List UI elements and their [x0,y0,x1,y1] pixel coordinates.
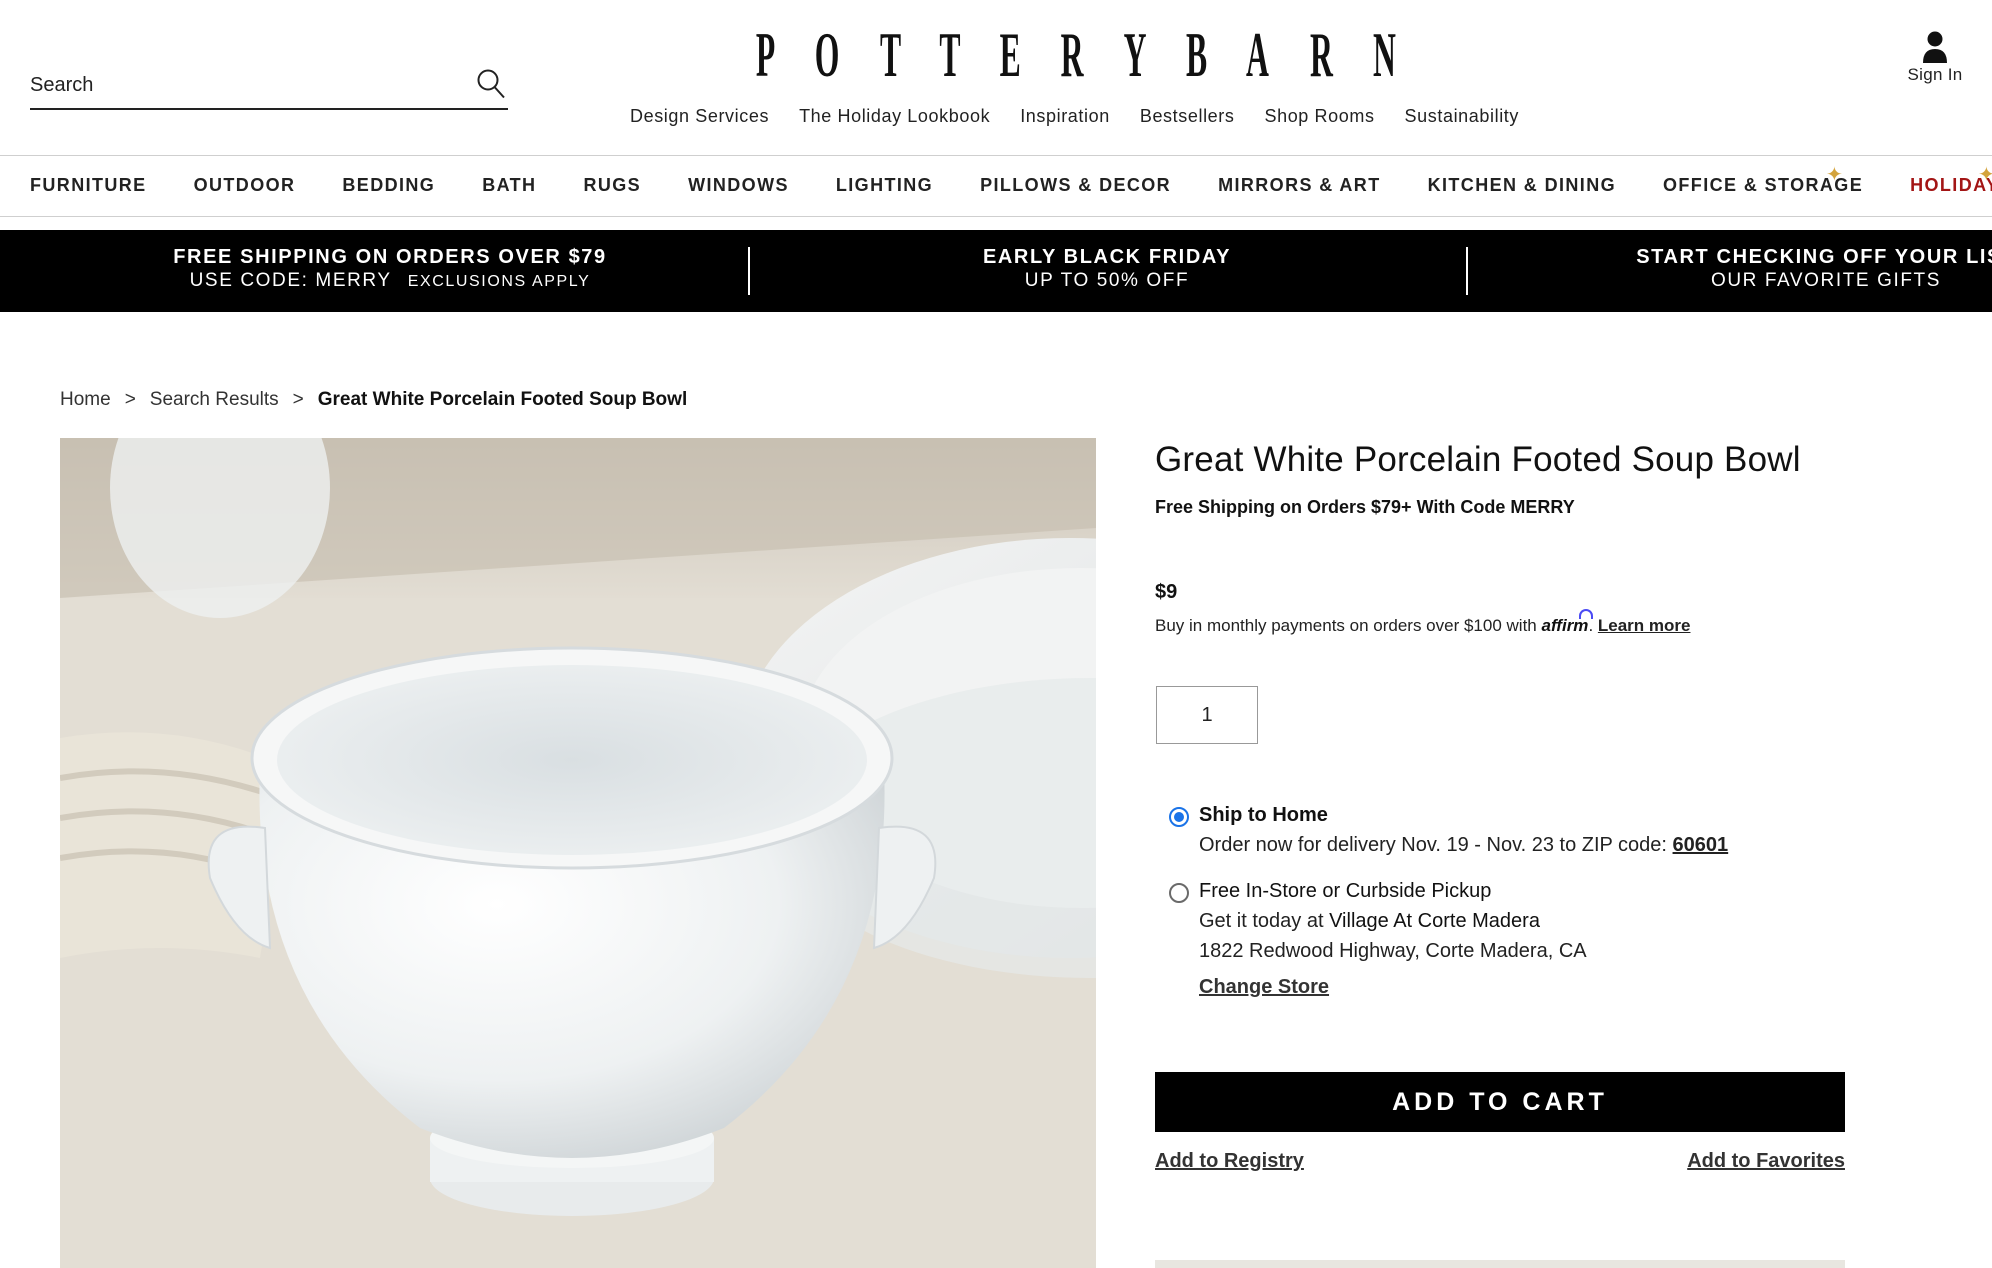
category-bedding[interactable]: BEDDING [342,175,435,196]
change-store-link[interactable]: Change Store [1199,976,1329,999]
product-image[interactable] [60,438,1096,1268]
pickup-availability: Get it today at Village At Corte Madera [1199,910,1540,932]
logo-letter: B [1185,19,1207,90]
ship-to-home-title: Ship to Home [1199,804,1328,826]
add-to-registry-link[interactable]: Add to Registry [1155,1150,1304,1173]
site-header: POTTERYBARN Design Services The Holiday … [0,0,1992,155]
breadcrumb-current: Great White Porcelain Footed Soup Bowl [317,389,688,410]
logo-letter: Y [1123,19,1147,90]
user-icon [1923,31,1947,63]
site-logo[interactable]: POTTERYBARN [748,19,1405,90]
store-name: Village At Corte Madera [1329,910,1540,932]
search-icon[interactable] [476,68,506,100]
top-link-holiday-lookbook[interactable]: The Holiday Lookbook [799,106,990,127]
breadcrumb: Home > Search Results > Great White Porc… [60,389,687,411]
promo-gifts[interactable]: START CHECKING OFF YOUR LIST OUR FAVORIT… [1636,246,1992,292]
product-photo [60,438,1096,1268]
category-lighting[interactable]: LIGHTING [836,175,933,196]
promo-divider [1466,247,1468,295]
logo-letter: T [939,19,961,90]
product-title: Great White Porcelain Footed Soup Bowl [1155,440,1801,479]
breadcrumb-home[interactable]: Home [60,389,111,411]
logo-letter: T [879,19,901,90]
breadcrumb-search-results[interactable]: Search Results [150,389,279,411]
logo-letter: E [999,19,1021,90]
free-shipping-note: Free Shipping on Orders $79+ With Code M… [1155,497,1575,517]
add-to-cart-button[interactable]: ADD TO CART [1155,1072,1845,1132]
top-links: Design Services The Holiday Lookbook Ins… [630,106,1549,127]
promo-subtitle: UP TO 50% OFF [1024,270,1190,291]
category-furniture[interactable]: FURNITURE [30,175,147,196]
sparkle-icon: ✦ [1826,164,1843,186]
sign-in-label: Sign In [1907,65,1963,84]
logo-letter: A [1246,19,1270,90]
promo-free-shipping[interactable]: FREE SHIPPING ON ORDERS OVER $79 USE COD… [168,246,612,292]
top-link-shop-rooms[interactable]: Shop Rooms [1264,106,1374,127]
promo-divider [748,247,750,295]
category-nav: FURNITURE OUTDOOR BEDDING BATH RUGS WIND… [0,155,1992,217]
learn-more-link[interactable]: Learn more [1598,616,1691,635]
search-box [30,60,508,110]
ship-to-home-radio[interactable] [1169,807,1189,827]
logo-letter: O [814,19,840,90]
logo-letter: R [1309,19,1333,90]
top-link-inspiration[interactable]: Inspiration [1020,106,1110,127]
store-address: 1822 Redwood Highway, Corte Madera, CA [1199,940,1587,962]
category-windows[interactable]: WINDOWS [688,175,789,196]
promo-title: EARLY BLACK FRIDAY [982,246,1232,268]
logo-letter: P [755,19,776,90]
delivery-estimate: Order now for delivery Nov. 19 - Nov. 23… [1199,834,1729,856]
category-outdoor[interactable]: OUTDOOR [194,175,296,196]
breadcrumb-separator: > [124,389,136,410]
logo-letter: N [1372,19,1396,90]
details-panel [1155,1260,1845,1268]
promo-subtitle: USE CODE: MERRY EXCLUSIONS APPLY [189,270,591,291]
pickup-title: Free In-Store or Curbside Pickup [1199,880,1492,902]
promo-bar: FREE SHIPPING ON ORDERS OVER $79 USE COD… [0,230,1992,312]
top-link-bestsellers[interactable]: Bestsellers [1140,106,1235,127]
product-price: $9 [1155,581,1178,603]
promo-black-friday[interactable]: EARLY BLACK FRIDAY UP TO 50% OFF [960,246,1254,292]
sparkle-icon: ✦ [1978,164,1992,186]
category-bath[interactable]: BATH [482,175,536,196]
top-link-design-services[interactable]: Design Services [630,106,769,127]
promo-subtitle: OUR FAVORITE GIFTS [1710,270,1942,291]
pickup-radio[interactable] [1169,883,1189,903]
category-rugs[interactable]: RUGS [583,175,641,196]
quantity-input[interactable] [1156,686,1258,744]
affirm-note: Buy in monthly payments on orders over $… [1155,609,1691,636]
promo-title: FREE SHIPPING ON ORDERS OVER $79 [173,246,607,268]
breadcrumb-separator: > [292,389,304,410]
search-input[interactable] [30,68,450,102]
top-link-sustainability[interactable]: Sustainability [1405,106,1519,127]
logo-letter: R [1060,19,1084,90]
sign-in-button[interactable]: Sign In [1900,30,1970,85]
add-to-favorites-link[interactable]: Add to Favorites [1687,1150,1845,1173]
category-pillows-decor[interactable]: PILLOWS & DECOR [980,175,1171,196]
promo-title: START CHECKING OFF YOUR LIST [1636,246,1992,268]
affirm-logo: affirm [1542,609,1594,635]
zip-code-link[interactable]: 60601 [1673,834,1729,856]
category-mirrors-art[interactable]: MIRRORS & ART [1218,175,1381,196]
category-kitchen-dining[interactable]: KITCHEN & DINING [1428,175,1616,196]
